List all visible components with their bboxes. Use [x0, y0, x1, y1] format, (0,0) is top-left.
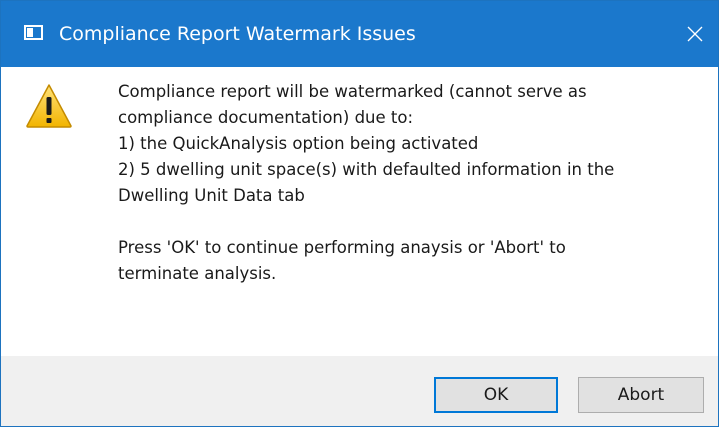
message-line: compliance documentation) due to: [118, 108, 414, 127]
compliance-watermark-dialog: Compliance Report Watermark Issues Compl… [0, 0, 719, 427]
message-text: Compliance report will be watermarked (c… [118, 79, 708, 287]
button-bar: OK Abort [1, 356, 718, 426]
message-line: Press 'OK' to continue performing anaysi… [118, 238, 566, 257]
warning-triangle-icon [26, 84, 72, 128]
message-line: terminate analysis. [118, 264, 277, 283]
abort-button[interactable]: Abort [578, 377, 704, 413]
dialog-title: Compliance Report Watermark Issues [59, 23, 416, 45]
message-line: 2) 5 dwelling unit space(s) with default… [118, 160, 615, 179]
message-line: 1) the QuickAnalysis option being activa… [118, 134, 479, 153]
ok-button[interactable]: OK [434, 377, 558, 413]
message-line: Compliance report will be watermarked (c… [118, 82, 587, 101]
close-button[interactable] [672, 1, 718, 67]
dialog-content: Compliance report will be watermarked (c… [1, 67, 718, 356]
window-app-icon [24, 25, 43, 40]
title-bar[interactable]: Compliance Report Watermark Issues [1, 1, 718, 67]
message-line: Dwelling Unit Data tab [118, 186, 305, 205]
close-icon [687, 26, 703, 42]
